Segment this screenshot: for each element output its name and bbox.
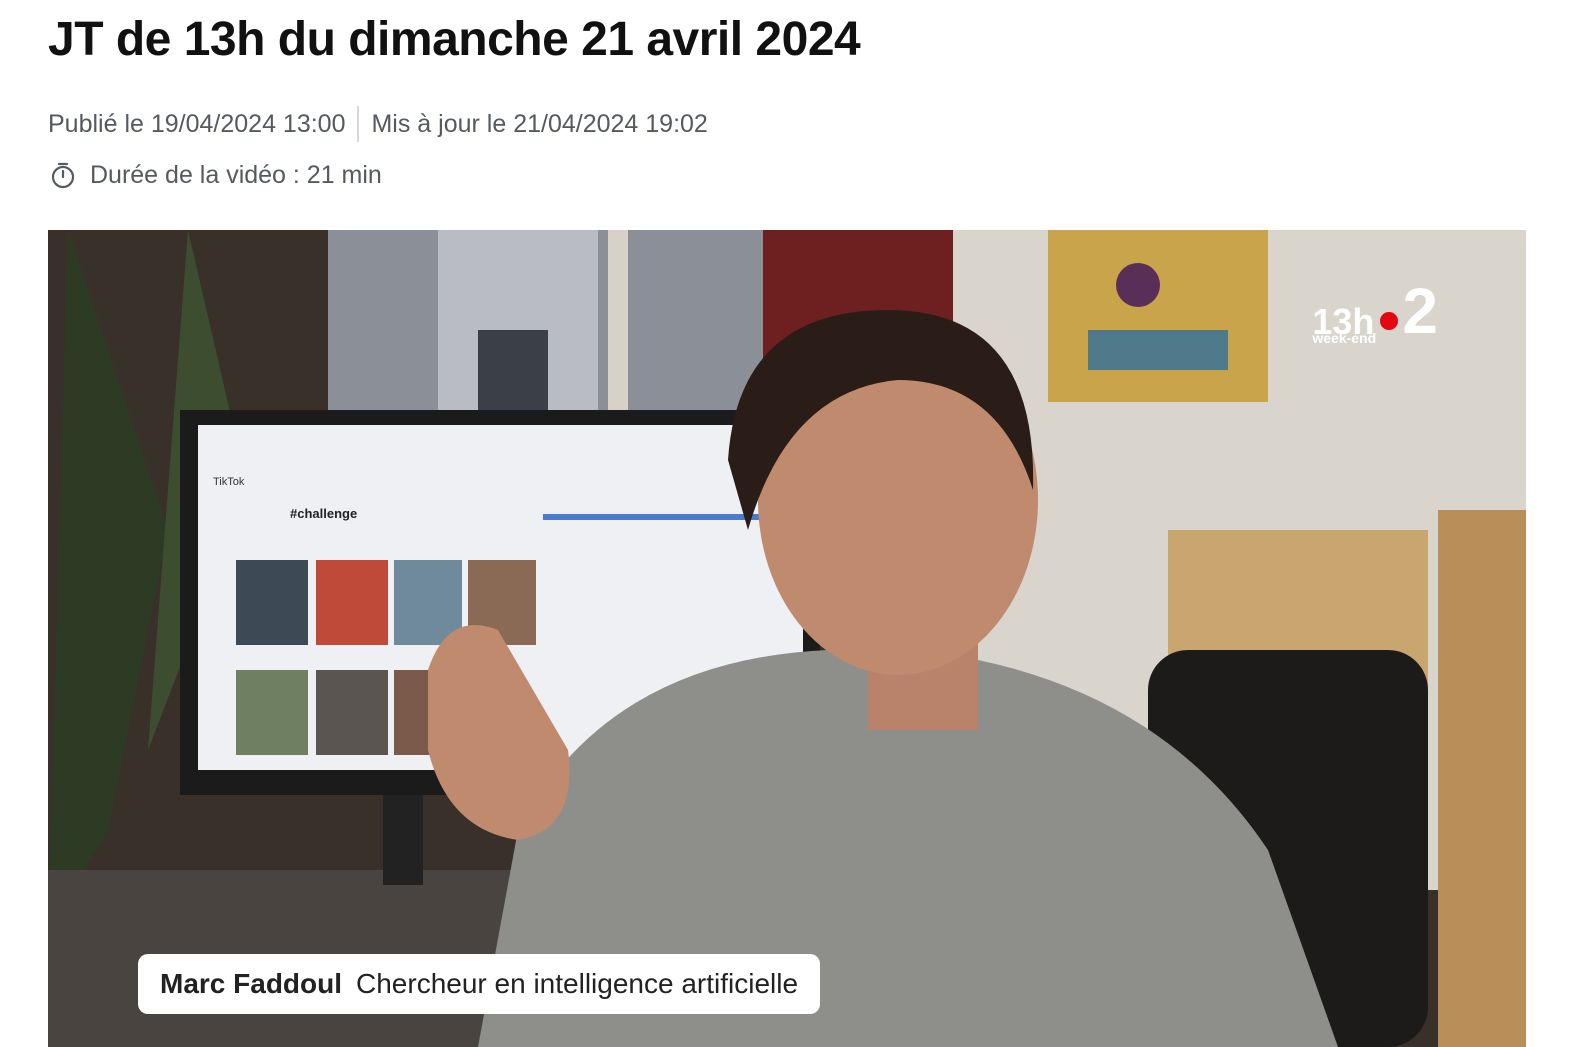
- page-title: JT de 13h du dimanche 21 avril 2024: [48, 13, 861, 66]
- logo-channel: 2: [1402, 275, 1438, 347]
- speaker-name: Marc Faddoul: [160, 968, 343, 999]
- screen-app-label: TikTok: [213, 476, 245, 488]
- timer-icon: [51, 162, 75, 189]
- publication-meta: Publié le 19/04/2024 13:00 Mis à jour le…: [48, 106, 708, 142]
- logo-dot: [1380, 312, 1399, 330]
- speaker-role: Chercheur en intelligence artificielle: [356, 968, 799, 999]
- screen-hashtag-label: #challenge: [290, 506, 357, 521]
- updated-date: Mis à jour le 21/04/2024 19:02: [371, 109, 708, 138]
- meta-divider: [357, 106, 360, 142]
- channel-logo: 13h 2 week-end: [1312, 275, 1438, 347]
- logo-subtitle: week-end: [1312, 330, 1377, 346]
- video-player[interactable]: TikTok #challenge 13h 2 week-end Marc Fa…: [48, 230, 1526, 1047]
- video-duration-label: Durée de la vidéo : 21 min: [90, 160, 382, 189]
- lower-third-caption: Marc Faddoul Chercheur en intelligence a…: [138, 954, 821, 1014]
- published-date: Publié le 19/04/2024 13:00: [48, 109, 346, 138]
- video-duration: Durée de la vidéo : 21 min: [48, 160, 382, 190]
- video-frame: TikTok #challenge: [48, 230, 1526, 1047]
